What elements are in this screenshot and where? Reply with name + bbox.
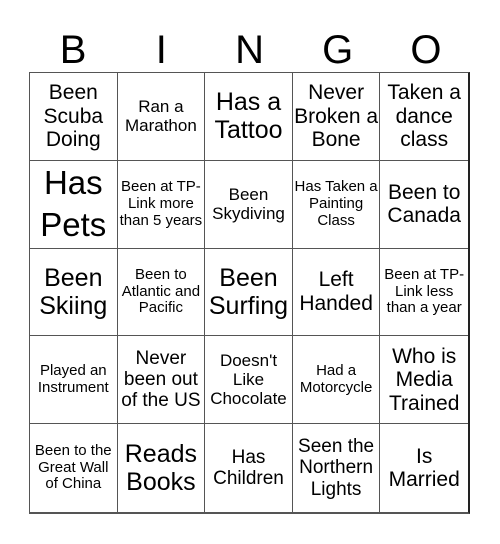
bingo-cell[interactable]: Had a Motorcycle <box>292 336 381 425</box>
bingo-cell[interactable]: Never been out of the US <box>117 336 206 425</box>
bingo-cell[interactable]: Has a Tattoo <box>205 73 293 161</box>
bingo-header: B I N G O <box>29 28 470 72</box>
bingo-cell[interactable]: Seen the Northern Lights <box>293 424 381 512</box>
bingo-cell[interactable]: Reads Books <box>118 424 206 512</box>
bingo-cell[interactable]: Has Taken a Painting Class <box>292 160 381 249</box>
bingo-cell[interactable]: Never Broken a Bone <box>292 73 381 161</box>
bingo-cell[interactable]: Been at TP-Link less than a year <box>380 249 468 337</box>
bingo-cell[interactable]: Taken a dance class <box>380 73 468 161</box>
header-letter-i: I <box>155 28 167 72</box>
bingo-cell[interactable]: Is Married <box>380 424 468 512</box>
header-letter-g: G <box>322 28 354 72</box>
bingo-cell[interactable]: Been to Atlantic and Pacific <box>117 248 206 337</box>
bingo-cell[interactable]: Been at TP-Link more than 5 years <box>117 160 206 249</box>
bingo-cell[interactable]: Been Surfing <box>205 248 293 337</box>
bingo-cell[interactable]: Been to Canada <box>380 161 468 249</box>
bingo-cell[interactable]: Has Children <box>205 424 293 512</box>
bingo-cell[interactable]: Been Skydiving <box>205 160 293 249</box>
header-letter-o: O <box>410 28 442 72</box>
header-letter-n: N <box>235 28 264 72</box>
header-letter-b: B <box>59 28 87 72</box>
bingo-cell[interactable]: Has Pets <box>30 160 118 249</box>
bingo-cell[interactable]: Been to the Great Wall of China <box>30 424 118 512</box>
bingo-cell[interactable]: Been Scuba Doing <box>30 73 118 161</box>
bingo-cell[interactable]: Ran a Marathon <box>117 73 206 161</box>
bingo-cell[interactable]: Who is Media Trained <box>380 336 468 425</box>
bingo-cell[interactable]: Doesn't Like Chocolate <box>205 336 293 425</box>
bingo-grid: Been Scuba Doing Ran a Marathon Has a Ta… <box>29 72 470 514</box>
bingo-cell[interactable]: Left Handed <box>292 248 381 337</box>
bingo-cell[interactable]: Played an Instrument <box>30 336 118 425</box>
bingo-cell[interactable]: Been Skiing <box>30 248 118 337</box>
